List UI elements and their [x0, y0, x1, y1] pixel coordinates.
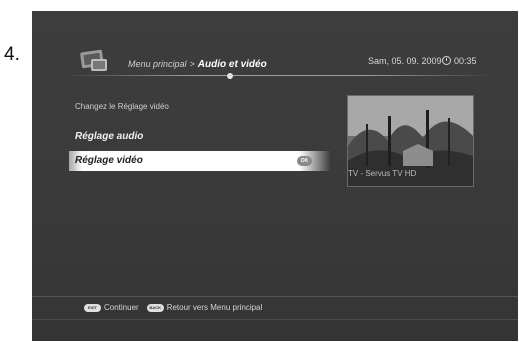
hint-text: Changez le Réglage vidéo — [75, 102, 169, 111]
time-text: 00:35 — [454, 56, 477, 66]
time-display: 00:35 — [442, 56, 477, 66]
menu-item-label: Réglage audio — [75, 131, 144, 142]
ok-button-icon: OK — [297, 156, 312, 166]
breadcrumb-root[interactable]: Menu principal — [128, 59, 187, 69]
footer-divider — [32, 296, 518, 297]
header-divider — [64, 75, 494, 76]
breadcrumb-current: Audio et vidéo — [197, 59, 267, 70]
exit-key-icon: EXIT — [84, 303, 101, 312]
channel-name: TV - Servus TV HD — [348, 169, 417, 178]
tv-screen: Menu principal > Audio et vidéo Sam, 05. 0… — [32, 11, 518, 341]
exit-label[interactable]: Continuer — [104, 303, 139, 312]
footer: EXIT Continuer BACK Retour vers Menu princi… — [84, 303, 262, 312]
back-key-icon: BACK — [146, 303, 164, 312]
menu-item-audio-settings[interactable]: Réglage audio — [69, 127, 331, 147]
breadcrumb-separator: > — [189, 59, 195, 69]
breadcrumb: Menu principal > Audio et vidéo — [128, 59, 267, 70]
menu-item-label: Réglage vidéo — [75, 155, 143, 166]
step-number: 4. — [4, 44, 20, 65]
date-display: Sam, 05. 09. 2009 — [368, 56, 442, 66]
menu-item-video-settings[interactable]: Réglage vidéo OK — [69, 151, 331, 171]
clock-icon — [442, 56, 451, 65]
bottom-divider — [32, 319, 518, 320]
position-indicator-dot — [227, 73, 233, 79]
back-label[interactable]: Retour vers Menu principal — [167, 303, 263, 312]
tv-menu-icon — [79, 49, 109, 73]
header: Menu principal > Audio et vidéo Sam, 05. 0… — [32, 11, 518, 81]
